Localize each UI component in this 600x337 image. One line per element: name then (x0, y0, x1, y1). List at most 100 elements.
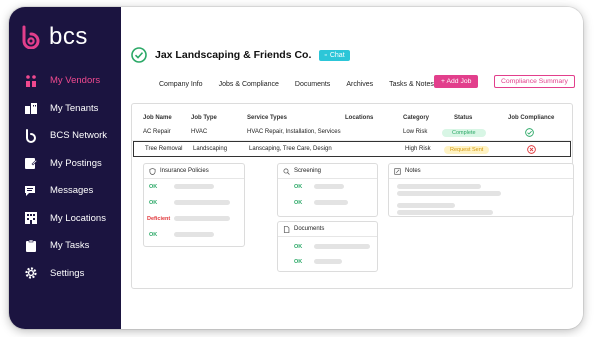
chat-button[interactable]: ▫ Chat (319, 49, 350, 61)
card-title: Screening (294, 168, 322, 174)
sidebar-item-label: My Locations (50, 212, 106, 224)
placeholder-bar (174, 216, 230, 221)
sidebar-item-settings[interactable]: Settings (9, 260, 121, 288)
tab-company-info[interactable]: Company Info (159, 81, 203, 88)
job-type: Landscaping (193, 146, 228, 152)
tab-tasks-notes[interactable]: Tasks & Notes (389, 81, 434, 88)
sidebar: bcs My Vendors My Tenants BCS Network My… (9, 7, 121, 329)
policy-status: OK (149, 200, 158, 206)
noncompliant-x-icon (527, 145, 536, 154)
job-name: Tree Removal (145, 146, 183, 152)
sidebar-item-my-tenants[interactable]: My Tenants (9, 95, 121, 123)
tab-documents[interactable]: Documents (295, 81, 330, 88)
col-job-compliance: Job Compliance (508, 115, 555, 121)
chat-label: Chat (329, 51, 345, 59)
col-category: Category (403, 115, 430, 121)
table-row[interactable]: Tree Removal Landscaping Lanscaping, Tre… (133, 141, 571, 157)
jobs-panel: Job Name Job Type Service Types Location… (131, 103, 574, 289)
placeholder-bar (174, 200, 230, 205)
job-type: HVAC (191, 129, 208, 135)
card-title: Documents (294, 226, 325, 232)
notes-card: Notes (388, 163, 574, 217)
sidebar-item-my-vendors[interactable]: My Vendors (9, 67, 121, 95)
placeholder-bar (314, 200, 348, 205)
bcs-network-icon (26, 128, 36, 143)
messages-icon (25, 185, 35, 196)
policy-status: OK (149, 184, 158, 190)
screening-card: Screening OK OK (277, 163, 378, 217)
table-row[interactable]: AC Repair HVAC HVAC Repair, Installation… (132, 125, 572, 141)
divider (278, 236, 377, 237)
placeholder-bar (174, 232, 214, 237)
logo: bcs (19, 23, 88, 51)
status-badge: Request Sent (444, 146, 490, 154)
col-status: Status (454, 115, 473, 121)
placeholder-bar (397, 184, 481, 189)
policy-status: Deficient (147, 216, 171, 222)
placeholder-bar (174, 184, 214, 189)
sidebar-item-label: My Postings (50, 157, 102, 169)
add-job-button[interactable]: + Add Job (434, 75, 479, 88)
divider (389, 178, 573, 179)
status-badge: Complete (442, 129, 486, 137)
chat-icon: ▫ (324, 51, 327, 59)
sidebar-item-label: My Vendors (50, 75, 101, 87)
tasks-icon (26, 239, 36, 252)
sidebar-item-label: Messages (50, 185, 94, 197)
tab-bar: Company Info Jobs & Compliance Documents… (159, 81, 450, 88)
sidebar-item-messages[interactable]: Messages (9, 177, 121, 205)
sidebar-item-label: Settings (50, 267, 85, 279)
company-header: Jax Landscaping & Friends Co. ▫ Chat (131, 47, 350, 63)
job-category: Low Risk (403, 129, 428, 135)
locations-icon (25, 212, 37, 225)
company-name: Jax Landscaping & Friends Co. (155, 49, 312, 61)
tab-jobs-compliance[interactable]: Jobs & Compliance (219, 81, 279, 88)
job-category: High Risk (405, 146, 431, 152)
compliance-summary-button[interactable]: Compliance Summary (494, 75, 575, 88)
main-content: Jax Landscaping & Friends Co. ▫ Chat Com… (121, 7, 583, 329)
document-status: OK (294, 259, 303, 265)
screening-search-icon (283, 168, 290, 175)
card-title: Notes (405, 168, 421, 174)
sidebar-item-my-tasks[interactable]: My Tasks (9, 232, 121, 260)
verified-check-icon (131, 47, 147, 63)
tenants-icon (25, 103, 37, 115)
app-frame: bcs My Vendors My Tenants BCS Network My… (9, 7, 583, 329)
divider (144, 178, 244, 179)
logo-text: bcs (49, 23, 88, 50)
placeholder-bar (397, 191, 501, 196)
placeholder-bar (314, 259, 342, 264)
shield-icon (149, 168, 156, 175)
sidebar-nav: My Vendors My Tenants BCS Network My Pos… (9, 67, 121, 287)
col-job-type: Job Type (191, 115, 217, 121)
placeholder-bar (397, 203, 455, 208)
insurance-policies-card: Insurance Policies OK OK Deficient OK (143, 163, 245, 247)
sidebar-item-my-locations[interactable]: My Locations (9, 205, 121, 233)
placeholder-bar (314, 244, 370, 249)
col-locations: Locations (345, 115, 374, 121)
job-services: Lanscaping, Tree Care, Design (249, 146, 332, 152)
job-services: HVAC Repair, Installation, Services (247, 129, 341, 135)
sidebar-item-bcs-network[interactable]: BCS Network (9, 122, 121, 150)
documents-card: Documents OK OK (277, 221, 378, 272)
vendors-icon (26, 74, 36, 87)
job-name: AC Repair (143, 129, 171, 135)
notes-icon (394, 168, 401, 175)
placeholder-bar (314, 184, 344, 189)
screening-status: OK (294, 200, 303, 206)
sidebar-item-my-postings[interactable]: My Postings (9, 150, 121, 178)
tab-archives[interactable]: Archives (346, 81, 373, 88)
policy-status: OK (149, 232, 158, 238)
divider (278, 178, 377, 179)
sidebar-item-label: My Tenants (50, 102, 99, 114)
col-service-types: Service Types (247, 115, 287, 121)
postings-icon (25, 158, 38, 170)
compliant-check-icon (525, 128, 534, 137)
bcs-logo-icon (22, 25, 40, 49)
sidebar-item-label: My Tasks (50, 240, 90, 252)
document-status: OK (294, 244, 303, 250)
placeholder-bar (397, 210, 493, 215)
card-title: Insurance Policies (160, 168, 209, 174)
screening-status: OK (294, 184, 303, 190)
col-job-name: Job Name (143, 115, 172, 121)
